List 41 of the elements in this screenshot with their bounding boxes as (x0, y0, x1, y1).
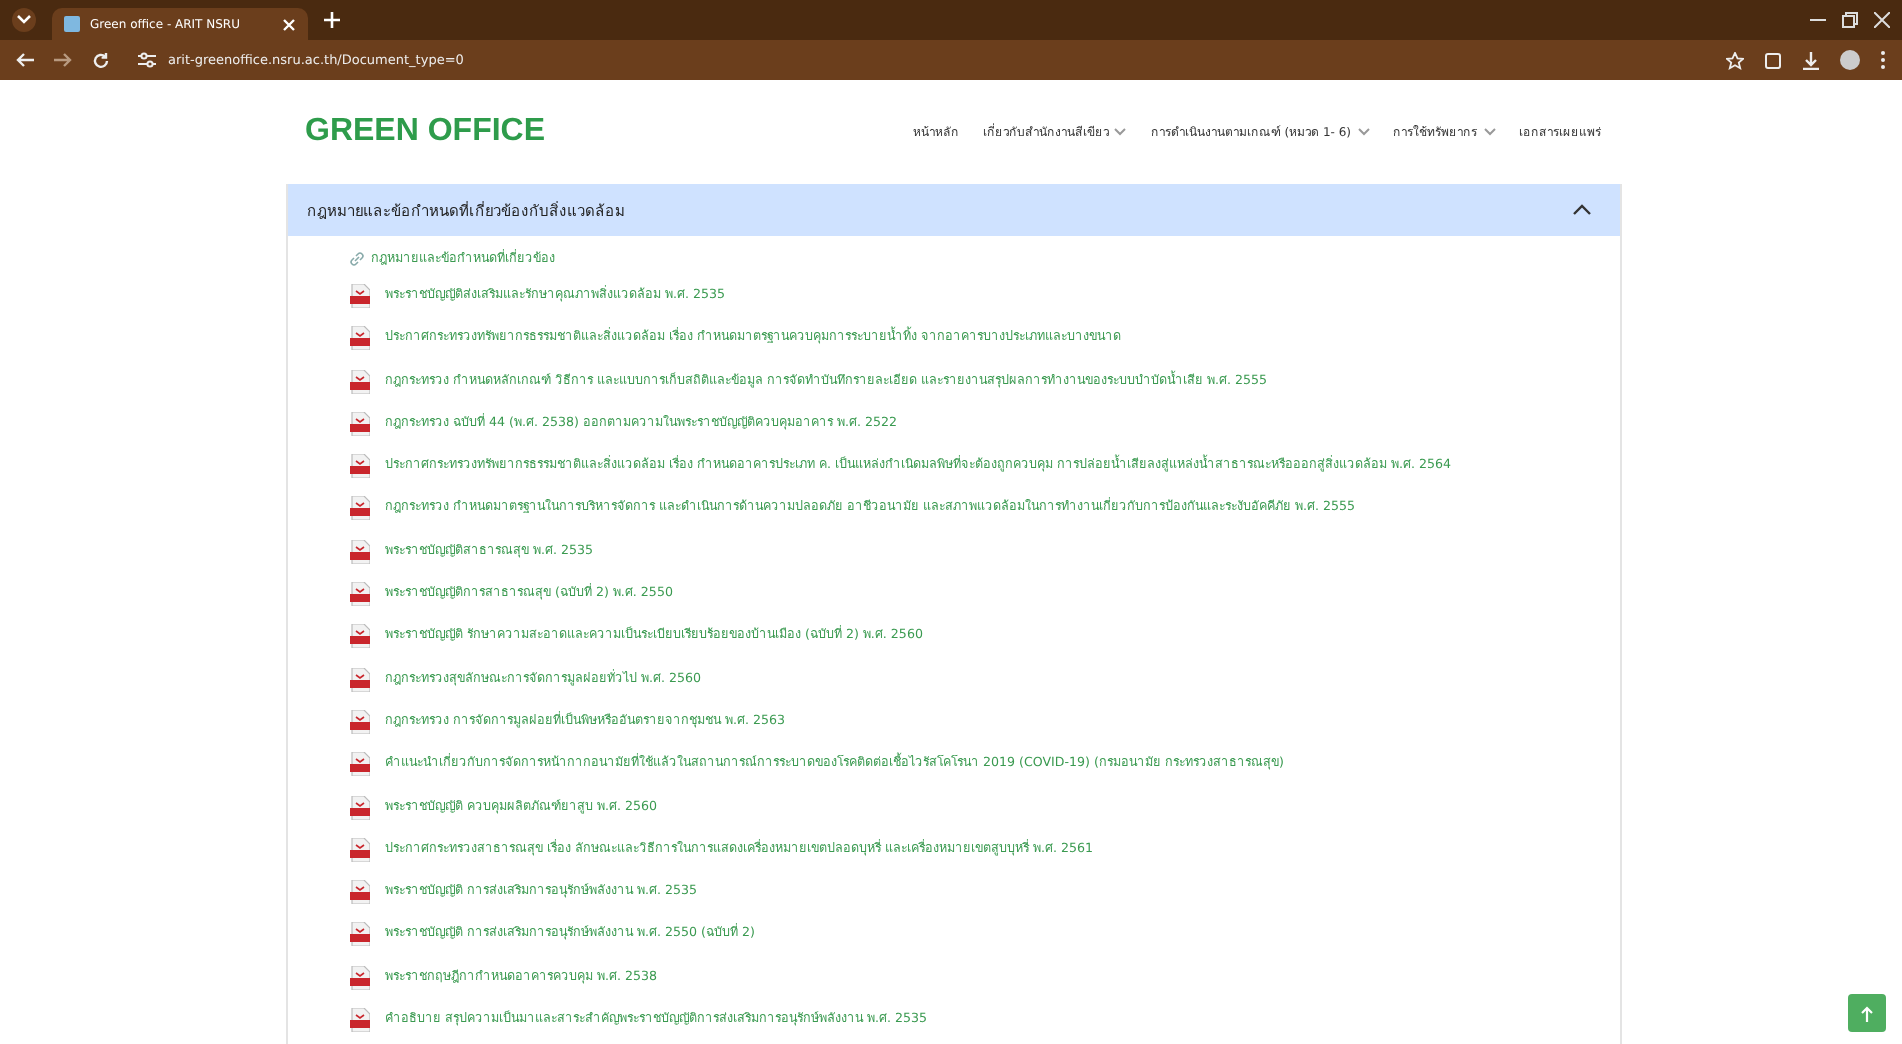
chevron-icon (1571, 204, 1591, 216)
close-icon[interactable] (1874, 12, 1890, 28)
site-settings-icon[interactable] (138, 52, 156, 68)
pdf-file-icon (349, 496, 369, 521)
site-logo[interactable]: GREEN OFFICE (305, 114, 546, 150)
pdf-file-icon (349, 752, 369, 777)
pdf-file-icon (349, 709, 369, 734)
caret-icon[interactable] (1483, 128, 1495, 136)
pdf-file-icon (349, 965, 369, 990)
profile-avatar-icon[interactable] (1840, 50, 1860, 70)
pdf-file-icon (349, 1008, 369, 1033)
pdf-file-icon (349, 582, 369, 607)
caret-icon (16, 14, 32, 26)
pdf-file-icon (349, 539, 369, 564)
pdf-file-icon (349, 454, 369, 479)
pdf-file-icon (349, 326, 369, 351)
caret-icon[interactable] (1357, 128, 1369, 136)
reload-icon[interactable] (92, 51, 110, 69)
menu-icon[interactable] (1880, 50, 1886, 70)
star-icon[interactable] (1726, 51, 1744, 69)
caret-icon[interactable] (1114, 128, 1127, 136)
forward-arrow-icon[interactable] (54, 52, 72, 68)
pdf-file-icon (349, 411, 369, 436)
download-icon[interactable] (1802, 51, 1820, 69)
tab-list-button[interactable] (12, 8, 36, 32)
pdf-file-icon (349, 795, 369, 820)
back-to-top-button[interactable] (1848, 994, 1886, 1032)
pdf-file-icon (349, 624, 369, 649)
pdf-file-icon (349, 284, 369, 308)
pdf-file-icon (349, 369, 369, 394)
pdf-file-icon (349, 667, 369, 692)
extensions-icon[interactable] (1764, 51, 1782, 69)
pdf-file-icon (349, 922, 369, 947)
new-tab-icon[interactable] (324, 12, 340, 28)
back-arrow-icon[interactable] (16, 52, 34, 68)
up-arrow-icon (1860, 1005, 1874, 1021)
link-icon (349, 252, 363, 266)
pdf-file-icon (349, 880, 369, 905)
site-favicon-icon (64, 16, 80, 32)
pdf-file-icon (349, 837, 369, 862)
restore-icon[interactable] (1842, 12, 1858, 28)
